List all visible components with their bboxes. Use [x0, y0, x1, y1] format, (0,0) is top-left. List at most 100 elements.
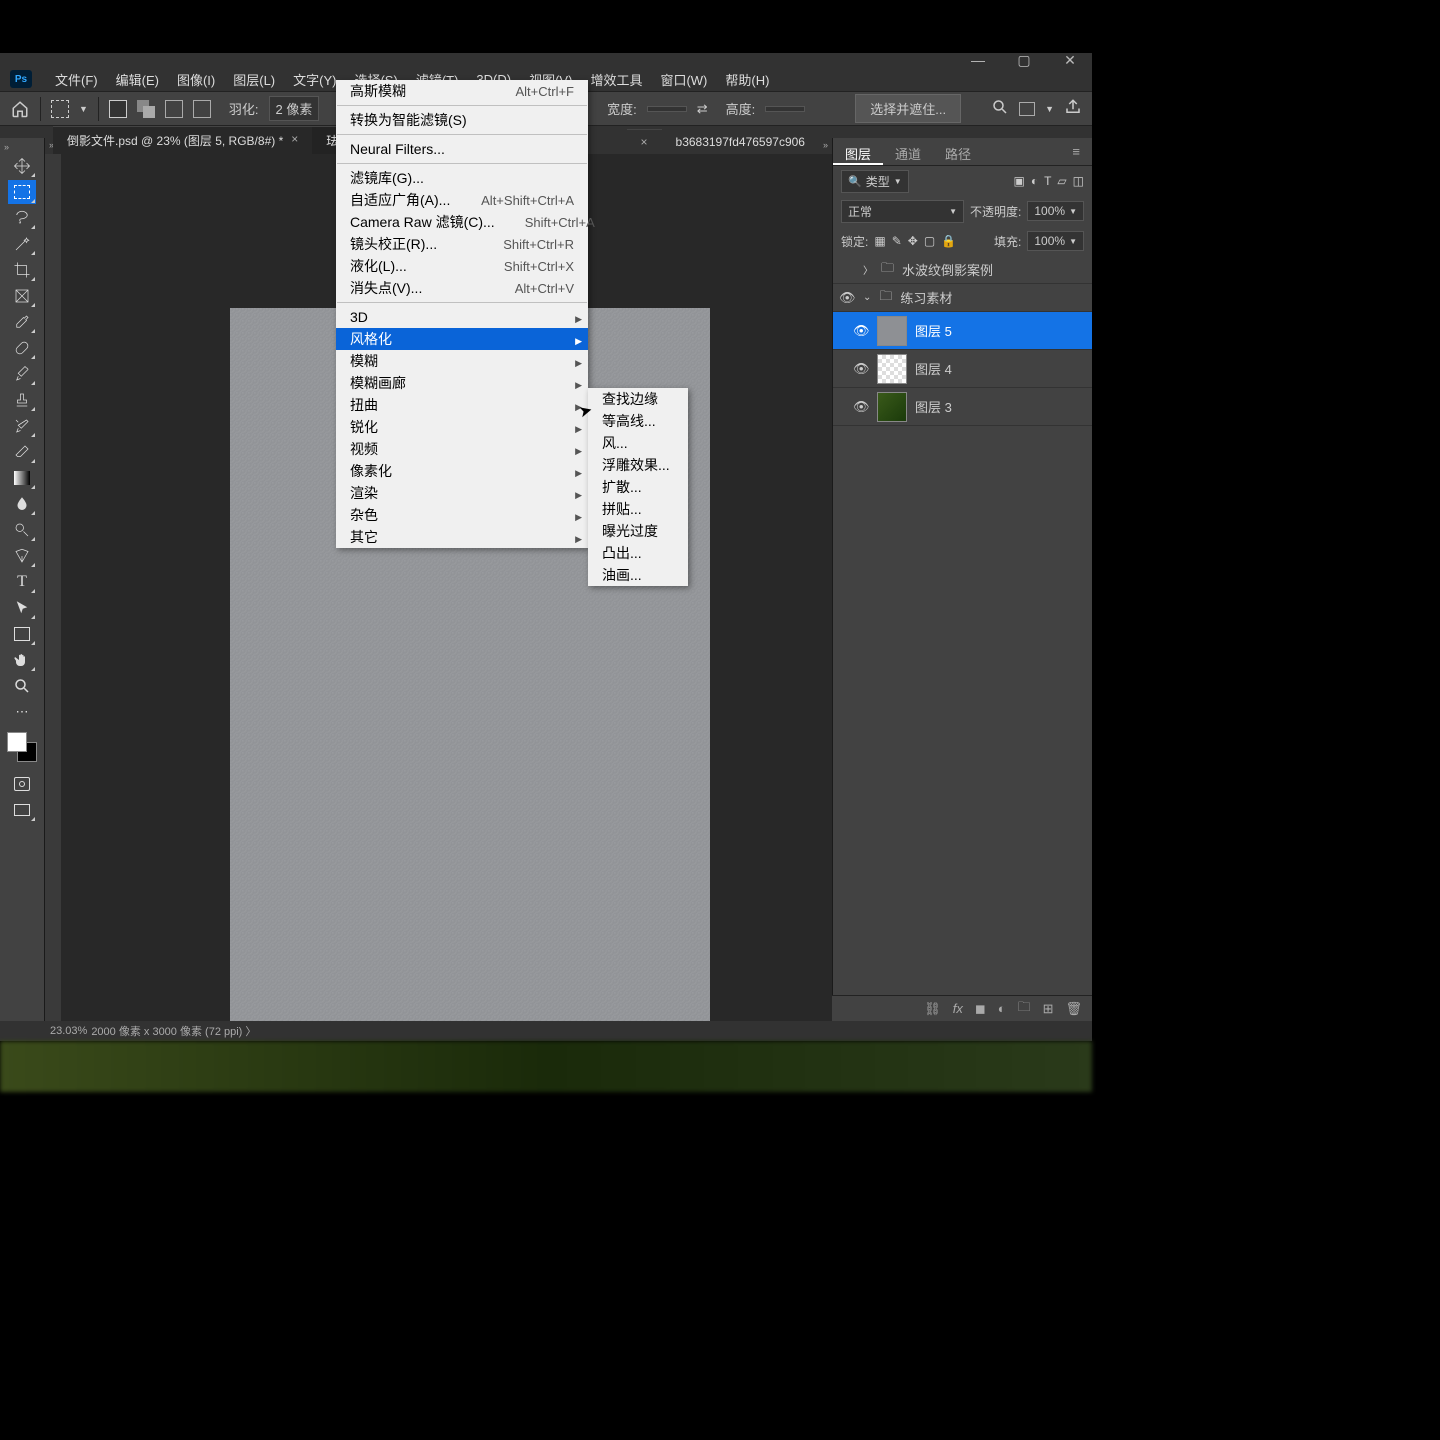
menu-file[interactable]: 文件(F) — [46, 67, 107, 92]
chevron-right-icon[interactable]: 〉 — [863, 262, 873, 277]
submenu-solarize[interactable]: 曝光过度 — [588, 520, 688, 542]
path-select-tool[interactable] — [8, 596, 36, 620]
swap-icon[interactable]: ⇄ — [697, 101, 708, 117]
layer-row[interactable]: 👁 图层 4 — [833, 350, 1092, 388]
layer-row[interactable]: 👁 图层 5 — [833, 312, 1092, 350]
pen-tool[interactable] — [8, 544, 36, 568]
document-tab[interactable]: 倒影文件.psd @ 23% (图层 5, RGB/8#) *× — [53, 126, 312, 154]
visibility-toggle[interactable]: 👁 — [853, 323, 869, 339]
screenmode-icon[interactable] — [8, 798, 36, 822]
menu-item-gallery[interactable]: 滤镜库(G)... — [336, 167, 588, 189]
close-tab-icon[interactable]: × — [291, 132, 298, 149]
search-icon[interactable] — [991, 98, 1009, 119]
layer-group[interactable]: 👁 ⌄ 🗀 练习素材 — [833, 284, 1092, 312]
layer-name[interactable]: 图层 4 — [915, 359, 952, 378]
layer-row[interactable]: 👁 图层 3 — [833, 388, 1092, 426]
menu-item-blur[interactable]: 模糊 — [336, 350, 588, 372]
tab-paths[interactable]: 路径 — [933, 138, 983, 165]
group-icon[interactable]: 🗀 — [1018, 998, 1031, 1020]
healing-tool[interactable] — [8, 336, 36, 360]
shape-tool[interactable] — [8, 622, 36, 646]
lock-brush-icon[interactable]: ✎ — [892, 234, 902, 248]
maximize-button[interactable]: ▢ — [1010, 53, 1038, 67]
layer-thumbnail[interactable] — [877, 392, 907, 422]
visibility-toggle[interactable]: 👁 — [839, 290, 855, 306]
close-button[interactable]: ✕ — [1056, 53, 1084, 67]
menu-item-stylize[interactable]: 风格化 — [336, 328, 588, 350]
intersect-selection-icon[interactable] — [193, 100, 211, 118]
document-tab[interactable]: × — [627, 129, 662, 154]
height-value[interactable] — [765, 106, 805, 112]
stamp-tool[interactable] — [8, 388, 36, 412]
foreground-color[interactable] — [7, 732, 27, 752]
filter-shape-icon[interactable]: ▱ — [1057, 174, 1066, 188]
layer-filter-dropdown[interactable]: 🔍类型▼ — [841, 170, 909, 193]
submenu-contour[interactable]: 等高线... — [588, 410, 688, 432]
adjustment-icon[interactable]: ◐ — [998, 1001, 1006, 1016]
menu-item-neural[interactable]: Neural Filters... — [336, 138, 588, 160]
minimize-button[interactable]: — — [964, 53, 992, 67]
menu-image[interactable]: 图像(I) — [168, 67, 224, 92]
layer-group[interactable]: 〉 🗀 水波纹倒影案例 — [833, 256, 1092, 284]
menu-item-convert-smart[interactable]: 转换为智能滤镜(S) — [336, 109, 588, 131]
chevron-down-icon[interactable]: ▼ — [1045, 104, 1054, 114]
menu-item-video[interactable]: 视频 — [336, 438, 588, 460]
filter-smart-icon[interactable]: ◫ — [1073, 174, 1084, 188]
history-brush-tool[interactable] — [8, 414, 36, 438]
menu-item-lens[interactable]: 镜头校正(R)...Shift+Ctrl+R — [336, 233, 588, 255]
marquee-tool[interactable] — [8, 180, 36, 204]
subtract-selection-icon[interactable] — [165, 100, 183, 118]
feather-value[interactable]: 2 像素 — [269, 96, 320, 121]
menu-item-3d[interactable]: 3D — [336, 306, 588, 328]
menu-item-other[interactable]: 其它 — [336, 526, 588, 548]
eyedropper-tool[interactable] — [8, 310, 36, 334]
filter-adjust-icon[interactable]: ◐ — [1031, 174, 1038, 188]
delete-icon[interactable]: 🗑 — [1065, 1001, 1082, 1017]
visibility-toggle[interactable]: 👁 — [853, 399, 869, 415]
chevron-down-icon[interactable]: ▼ — [79, 104, 88, 114]
home-icon[interactable] — [10, 99, 30, 119]
marquee-tool-preset-icon[interactable] — [51, 100, 69, 118]
type-tool[interactable]: T — [8, 570, 36, 594]
chevron-down-icon[interactable]: ⌄ — [863, 292, 871, 303]
menu-item-pixelate[interactable]: 像素化 — [336, 460, 588, 482]
fill-value[interactable]: 100%▼ — [1027, 231, 1084, 251]
menu-item-vanishing[interactable]: 消失点(V)...Alt+Ctrl+V — [336, 277, 588, 299]
menu-item-sharpen[interactable]: 锐化 — [336, 416, 588, 438]
add-selection-icon[interactable] — [137, 100, 155, 118]
submenu-tiles[interactable]: 拼贴... — [588, 498, 688, 520]
layer-thumbnail[interactable] — [877, 354, 907, 384]
tab-channels[interactable]: 通道 — [883, 138, 933, 165]
share-icon[interactable] — [1064, 98, 1082, 119]
lock-trans-icon[interactable]: ▦ — [874, 234, 885, 248]
zoom-tool[interactable] — [8, 674, 36, 698]
submenu-oil[interactable]: 油画... — [588, 564, 688, 586]
menu-item-noise[interactable]: 杂色 — [336, 504, 588, 526]
layer-name[interactable]: 图层 5 — [915, 321, 952, 340]
submenu-diffuse[interactable]: 扩散... — [588, 476, 688, 498]
menu-plugins[interactable]: 增效工具 — [581, 67, 651, 92]
lock-all-icon[interactable]: 🔒 — [941, 234, 956, 248]
quickmask-icon[interactable] — [8, 772, 36, 796]
menu-layer[interactable]: 图层(L) — [224, 67, 284, 92]
visibility-toggle[interactable]: 👁 — [853, 361, 869, 377]
blur-tool[interactable] — [8, 492, 36, 516]
menu-item-last[interactable]: 高斯模糊Alt+Ctrl+F — [336, 80, 588, 102]
menu-item-liquify[interactable]: 液化(L)...Shift+Ctrl+X — [336, 255, 588, 277]
layer-name[interactable]: 图层 3 — [915, 397, 952, 416]
submenu-emboss[interactable]: 浮雕效果... — [588, 454, 688, 476]
lasso-tool[interactable] — [8, 206, 36, 230]
edit-toolbar-icon[interactable]: ⋯ — [8, 700, 36, 724]
layer-name[interactable]: 水波纹倒影案例 — [902, 260, 993, 279]
blend-mode-dropdown[interactable]: 正常▼ — [841, 200, 964, 223]
lock-move-icon[interactable]: ✥ — [908, 234, 918, 248]
dodge-tool[interactable] — [8, 518, 36, 542]
mask-icon[interactable]: ◼ — [975, 1001, 986, 1017]
menu-item-camera-raw[interactable]: Camera Raw 滤镜(C)...Shift+Ctrl+A — [336, 211, 588, 233]
menu-window[interactable]: 窗口(W) — [651, 67, 716, 92]
color-swatches[interactable] — [7, 732, 37, 762]
panel-menu-icon[interactable]: ≡ — [1060, 138, 1092, 165]
filter-text-icon[interactable]: T — [1044, 174, 1051, 188]
gradient-tool[interactable] — [8, 466, 36, 490]
menu-item-render[interactable]: 渲染 — [336, 482, 588, 504]
